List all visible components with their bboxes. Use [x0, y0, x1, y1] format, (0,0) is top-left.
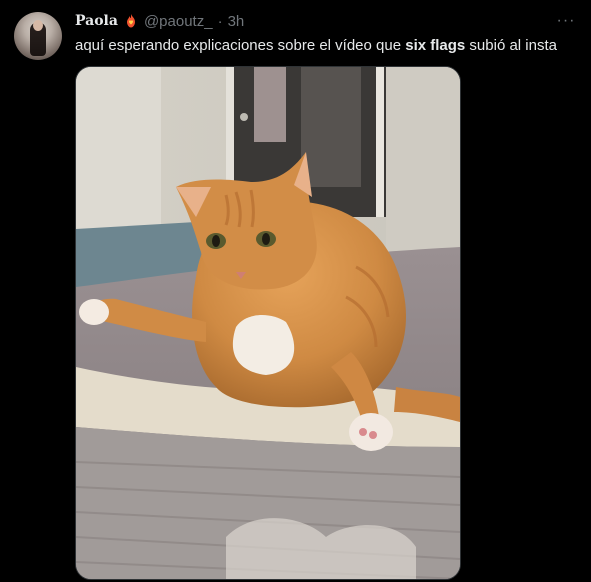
- tweet-text-bold: six flags: [405, 37, 466, 54]
- more-options-button[interactable]: ···: [555, 12, 577, 30]
- tweet-text-start: aquí esperando explicaciones sobre el ví…: [75, 37, 406, 54]
- author-handle[interactable]: @paoutz_: [144, 13, 213, 30]
- timestamp[interactable]: 3h: [228, 13, 245, 30]
- cat-photo: [76, 67, 460, 579]
- tweet-media-image[interactable]: [75, 66, 461, 580]
- author-name[interactable]: Paola: [75, 13, 118, 29]
- tweet-header: Paola @paoutz_ · 3h: [75, 12, 244, 30]
- more-icon: ···: [556, 12, 576, 29]
- flame-heart-icon: [123, 13, 139, 29]
- separator-dot: ·: [217, 12, 223, 30]
- tweet-text: aquí esperando explicaciones sobre el ví…: [75, 36, 575, 56]
- tweet-text-end: subió al insta: [465, 37, 557, 54]
- avatar-face: [33, 20, 43, 31]
- avatar[interactable]: [14, 12, 62, 60]
